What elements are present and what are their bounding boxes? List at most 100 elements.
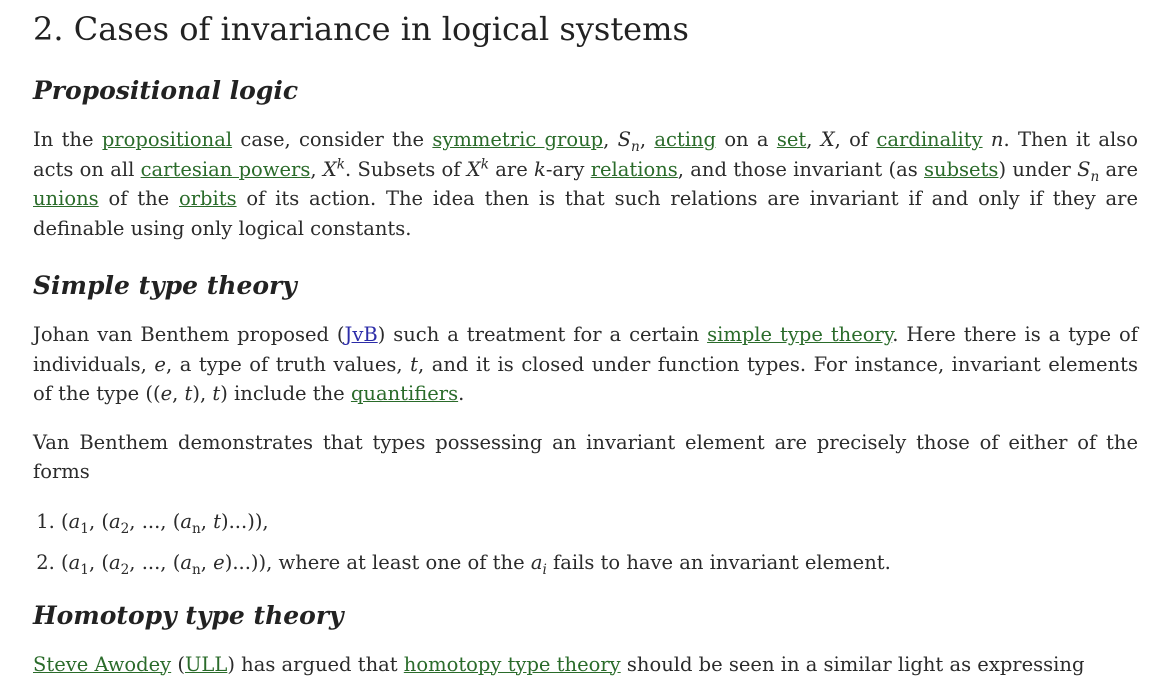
text: are <box>488 157 535 181</box>
math-var: X <box>322 157 337 181</box>
heading-simple-type-theory: Simple type theory <box>33 271 297 300</box>
text: ) such a treatment for a certain <box>377 323 708 346</box>
math-symbol: Sn <box>617 128 640 154</box>
heading-propositional-logic: Propositional logic <box>33 76 299 105</box>
text: of the <box>98 187 179 210</box>
text: , a type of truth values, <box>165 352 411 376</box>
math-comma: , <box>200 550 214 574</box>
math-subscript: 1 <box>80 520 89 537</box>
math-var: e <box>213 550 225 574</box>
article-content: 2. Cases of invariance in logical system… <box>0 10 1162 679</box>
math-var: S <box>617 128 632 151</box>
link-jvb[interactable]: JvB <box>345 323 378 346</box>
text: should be seen in a similar light as exp… <box>620 652 1085 676</box>
link-cartesian-powers[interactable]: cartesian powers <box>141 158 311 181</box>
text: -ary <box>545 157 591 181</box>
math-paren: ...)), <box>232 550 273 574</box>
text: include the <box>227 382 351 405</box>
section-title: 2. Cases of invariance in logical system… <box>33 10 689 48</box>
link-relations[interactable]: relations <box>591 158 678 181</box>
math-symbol: Xk <box>322 156 346 181</box>
math-var: k <box>534 157 546 181</box>
math-comma: , <box>160 550 173 574</box>
paragraph-propositional: In the propositional case, consider the … <box>33 125 1138 243</box>
math-subscript: n <box>1090 168 1100 185</box>
math-var: a <box>180 550 192 574</box>
math-subscript: n <box>191 520 201 537</box>
math-symbol: Xk <box>466 156 489 181</box>
text: ( <box>171 652 185 676</box>
math-var: t <box>213 509 221 533</box>
text: , <box>639 128 655 151</box>
math-var: X <box>466 157 481 181</box>
link-quantifiers[interactable]: quantifiers <box>351 382 458 405</box>
link-set[interactable]: set <box>777 128 806 151</box>
math-comma: , <box>200 509 214 533</box>
math-paren: ( <box>61 509 69 533</box>
text: on a <box>716 128 777 151</box>
math-paren: ( <box>101 509 109 533</box>
link-symmetric-group[interactable]: symmetric group <box>432 128 603 151</box>
text: . <box>458 382 465 405</box>
text <box>983 128 991 151</box>
math-comma: , <box>88 550 102 574</box>
math-subscript: 2 <box>120 520 130 537</box>
math-var: X <box>820 128 835 151</box>
math-paren: ...)), <box>228 509 269 533</box>
text: ) under <box>998 157 1078 181</box>
math-paren: (( <box>145 382 161 405</box>
link-acting[interactable]: acting <box>654 128 716 151</box>
math-var: a <box>68 509 81 533</box>
math-var: e <box>154 352 166 376</box>
math-form: (a1, (a2, ..., (an, t)...)), <box>61 509 269 537</box>
text: fails to have an invariant element. <box>546 550 891 574</box>
link-homotopy-type-theory[interactable]: homotopy type theory <box>404 653 621 676</box>
text: case, consider the <box>232 128 433 151</box>
math-paren: ( <box>101 550 109 574</box>
forms-list: (a1, (a2, ..., (an, t)...)), (a1, (a2, .… <box>33 501 1138 583</box>
text: ) has argued that <box>227 652 404 676</box>
text: , <box>806 128 821 151</box>
link-ull[interactable]: ULL <box>185 653 227 676</box>
heading-homotopy-type-theory: Homotopy type theory <box>33 600 344 630</box>
math-superscript: k <box>480 156 489 172</box>
link-subsets[interactable]: subsets <box>924 158 998 181</box>
math-symbol: Sn <box>1077 158 1100 185</box>
math-subscript: n <box>191 561 201 578</box>
text: , and those invariant (as <box>677 157 924 181</box>
math-ellipsis: ... <box>141 509 161 533</box>
math-var: n <box>990 128 1004 151</box>
math-comma: , <box>88 509 102 533</box>
math-var: a <box>108 550 121 574</box>
link-orbits[interactable]: orbits <box>179 187 237 210</box>
math-subscript: 1 <box>80 561 89 578</box>
math-var: t <box>410 352 418 376</box>
text: are <box>1099 157 1139 181</box>
math-var: a <box>108 509 121 533</box>
link-unions[interactable]: unions <box>33 187 99 210</box>
math-symbol: ai <box>530 550 547 577</box>
link-propositional[interactable]: propositional <box>102 128 232 151</box>
link-simple-type-theory[interactable]: simple type theory <box>707 323 892 346</box>
list-item: (a1, (a2, ..., (an, e)...)), where at le… <box>61 542 1138 583</box>
math-subscript: n <box>631 138 640 155</box>
list-item: (a1, (a2, ..., (an, t)...)), <box>61 501 1138 542</box>
text: , <box>310 157 323 181</box>
math-comma: , <box>200 382 213 405</box>
math-paren: ) <box>192 382 200 405</box>
math-var: a <box>68 550 81 574</box>
text: , <box>603 128 618 151</box>
text: where at least one of the <box>272 550 531 574</box>
paragraph-homotopy: Steve Awodey (ULL) has argued that homot… <box>33 650 1138 680</box>
math-paren: ) <box>221 509 229 533</box>
math-superscript: k <box>336 156 346 172</box>
math-comma: , <box>172 382 185 405</box>
math-form: (a1, (a2, ..., (an, e)...)), <box>61 550 273 578</box>
math-var: a <box>530 550 543 574</box>
link-cardinality[interactable]: cardinality <box>876 128 982 151</box>
link-steve-awodey[interactable]: Steve Awodey <box>33 653 171 676</box>
text: In the <box>33 128 102 151</box>
paragraph-van-benthem: Van Benthem demonstrates that types poss… <box>33 430 1138 484</box>
math-ellipsis: ... <box>141 550 161 574</box>
text: , of <box>834 128 877 151</box>
